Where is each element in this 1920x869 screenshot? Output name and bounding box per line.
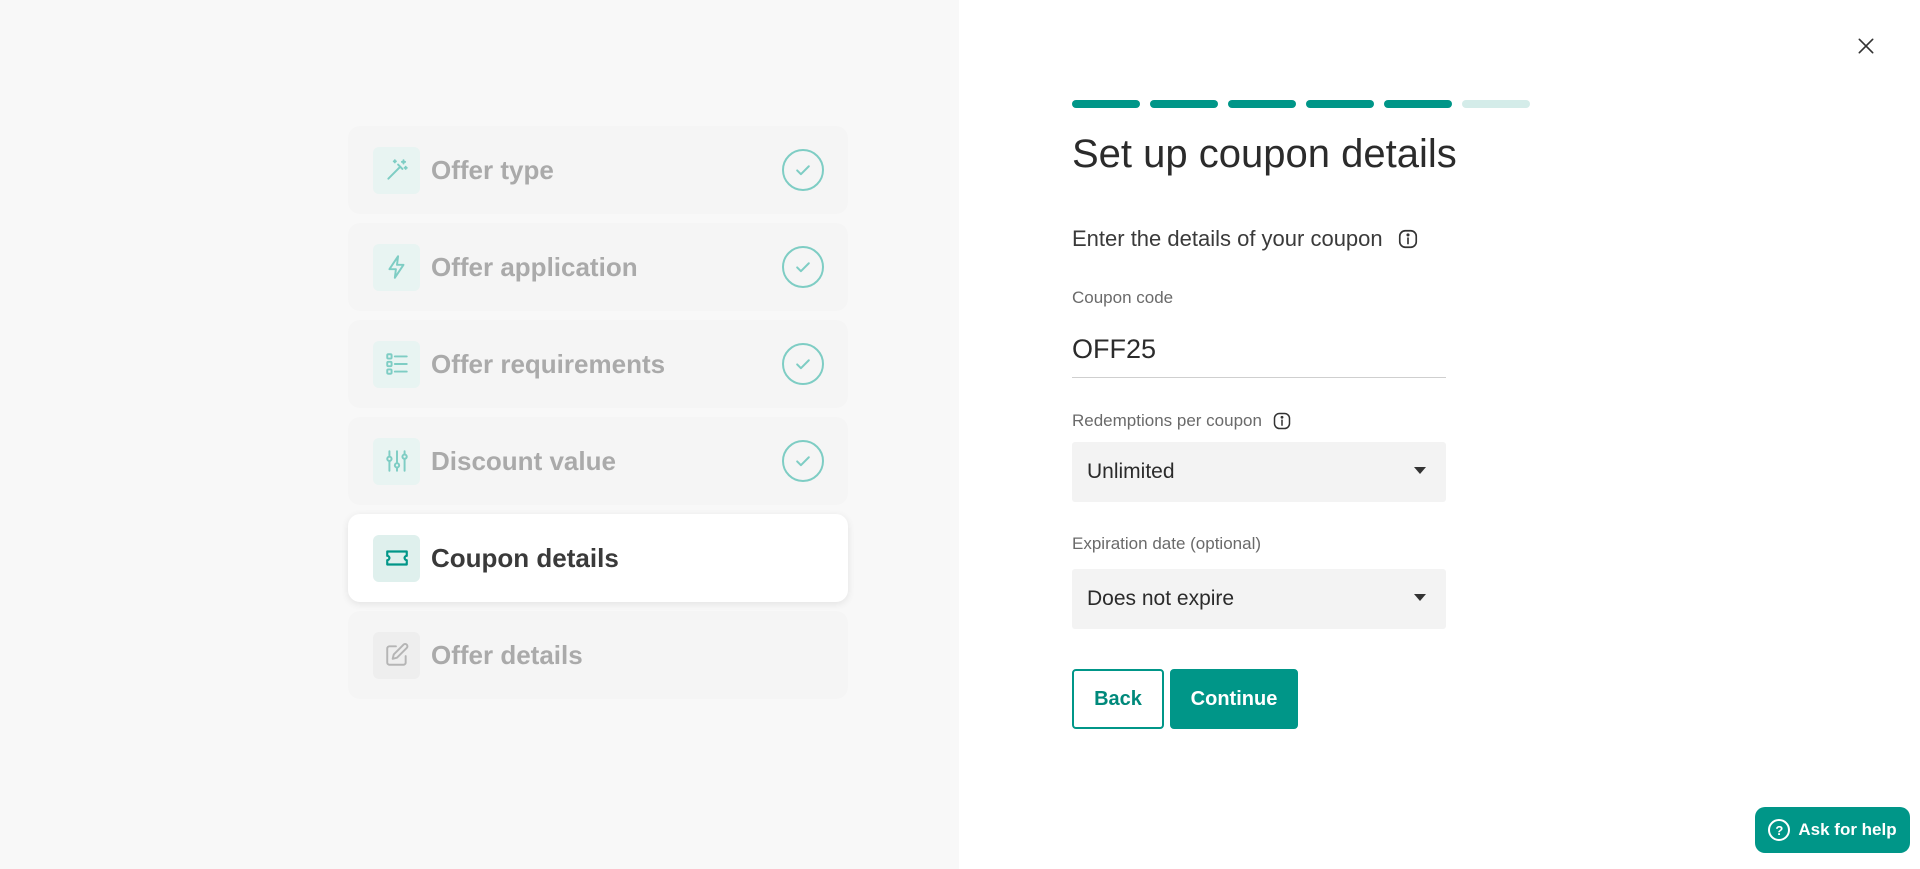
form-subtitle: Enter the details of your coupon (1072, 226, 1419, 252)
check-circle-icon (782, 343, 824, 385)
progress-segment (1462, 100, 1530, 108)
step-list: Offer type Offer application Offer requi… (348, 126, 848, 708)
back-button[interactable]: Back (1072, 669, 1164, 729)
coupon-code-label: Coupon code (1072, 288, 1174, 307)
expiration-select[interactable]: Does not expire (1072, 569, 1446, 629)
step-discount-value[interactable]: Discount value (348, 417, 848, 505)
steps-panel: Offer type Offer application Offer requi… (0, 0, 959, 869)
subtitle-text: Enter the details of your coupon (1072, 226, 1383, 251)
continue-button[interactable]: Continue (1170, 669, 1298, 729)
step-offer-type[interactable]: Offer type (348, 126, 848, 214)
redemptions-value: Unlimited (1087, 460, 1175, 483)
progress-segment (1306, 100, 1374, 108)
edit-icon (373, 631, 420, 679)
step-label: Offer details (431, 639, 583, 670)
step-label: Offer application (431, 251, 638, 282)
step-offer-requirements[interactable]: Offer requirements (348, 320, 848, 408)
step-label: Discount value (431, 445, 616, 476)
progress-segment (1150, 100, 1218, 108)
step-coupon-details[interactable]: Coupon details (348, 514, 848, 602)
page-title: Set up coupon details (1072, 132, 1457, 176)
lightning-icon (373, 243, 420, 291)
coupon-setup-page: Offer type Offer application Offer requi… (0, 0, 1920, 869)
progress-segment (1228, 100, 1296, 108)
expiration-label: Expiration date (optional) (1072, 534, 1262, 553)
progress-segment (1072, 100, 1140, 108)
ticket-icon (373, 534, 420, 582)
sliders-icon (373, 437, 420, 485)
help-icon: ? (1768, 819, 1791, 841)
step-offer-application[interactable]: Offer application (348, 223, 848, 311)
chevron-down-icon (1414, 594, 1426, 601)
step-label: Offer type (431, 154, 554, 185)
chevron-down-icon (1414, 467, 1426, 474)
magic-wand-icon (373, 146, 420, 194)
redemptions-select[interactable]: Unlimited (1072, 442, 1446, 502)
check-circle-icon (782, 440, 824, 482)
help-label: Ask for help (1798, 820, 1897, 839)
close-icon[interactable] (1852, 32, 1880, 60)
checklist-icon (373, 340, 420, 388)
progress-segment (1384, 100, 1452, 108)
check-circle-icon (782, 246, 824, 288)
redemptions-label: Redemptions per coupon (1072, 411, 1262, 430)
info-icon[interactable] (1272, 411, 1292, 431)
info-icon[interactable] (1397, 228, 1419, 250)
step-progress-bar (1072, 100, 1530, 108)
coupon-code-input[interactable] (1072, 322, 1446, 378)
step-label: Coupon details (431, 542, 619, 573)
check-circle-icon (782, 149, 824, 191)
step-label: Offer requirements (431, 348, 666, 379)
step-offer-details[interactable]: Offer details (348, 611, 848, 699)
ask-for-help-button[interactable]: ? Ask for help (1755, 807, 1910, 853)
redemptions-label-row: Redemptions per coupon (1072, 411, 1292, 431)
expiration-value: Does not expire (1087, 587, 1235, 610)
